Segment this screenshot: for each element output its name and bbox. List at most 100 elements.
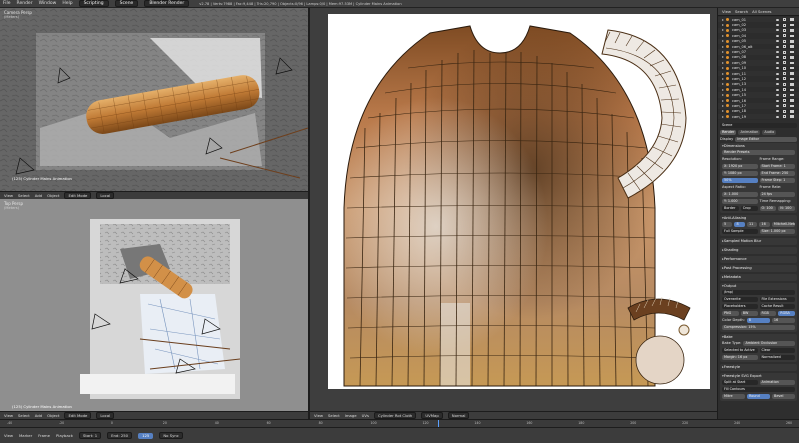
camera-render-icon[interactable] [790, 23, 794, 27]
bake-type-select[interactable]: Ambient Occlusion [743, 340, 795, 346]
expand-triangle-icon[interactable] [722, 18, 724, 21]
tab-audio[interactable]: Audio [762, 129, 777, 135]
camera-render-icon[interactable] [790, 83, 794, 86]
timeline-ruler[interactable]: -40 -20 0 20 40 60 80 100 120 140 160 180 200 220 240 2… [0, 419, 799, 428]
res-x-field[interactable]: X: 1920 px [722, 163, 758, 169]
cursor-icon[interactable] [783, 45, 786, 49]
aspect-x-field[interactable]: X: 1.000 [722, 191, 758, 197]
expand-triangle-icon[interactable] [722, 67, 724, 70]
tab-render[interactable]: Render [720, 129, 737, 135]
aa-samples-11[interactable]: 11 [746, 221, 758, 227]
res-y-field[interactable]: Y: 1080 px [722, 170, 758, 176]
uv-menu-uvs[interactable]: UVs [362, 413, 369, 418]
cursor-icon[interactable] [783, 18, 786, 22]
expand-triangle-icon[interactable] [722, 94, 724, 97]
cam-menu-select[interactable]: Select [18, 193, 30, 198]
expand-triangle-icon[interactable] [722, 40, 724, 43]
camera-render-icon[interactable] [790, 66, 794, 70]
cursor-icon[interactable] [783, 34, 786, 38]
camera-render-icon[interactable] [790, 18, 794, 21]
menu-render[interactable]: Render [17, 1, 33, 6]
tab-animation[interactable]: Animation [738, 129, 761, 135]
top-mode-select[interactable]: Edit Mode [64, 412, 92, 419]
eye-icon[interactable] [776, 40, 779, 43]
shading-header[interactable]: Shading [722, 248, 795, 253]
format-select[interactable]: PNG [722, 310, 739, 316]
expand-triangle-icon[interactable] [722, 88, 724, 91]
cursor-icon[interactable] [783, 23, 786, 27]
border-checkbox[interactable]: Border [722, 205, 739, 211]
fps-select[interactable]: 24 fps [759, 191, 795, 197]
expand-triangle-icon[interactable] [722, 51, 724, 54]
cam-menu-add[interactable]: Add [35, 193, 42, 198]
eye-icon[interactable] [776, 61, 779, 64]
expand-triangle-icon[interactable] [722, 99, 724, 102]
expand-triangle-icon[interactable] [722, 72, 724, 75]
camera-render-icon[interactable] [790, 50, 794, 54]
timeline-menu-view[interactable]: View [4, 433, 13, 438]
cam-menu-view[interactable]: View [4, 193, 13, 198]
cursor-icon[interactable] [783, 55, 786, 59]
cursor-icon[interactable] [783, 39, 786, 43]
expand-triangle-icon[interactable] [722, 104, 724, 107]
animation-button[interactable]: Animation [759, 379, 795, 385]
uv-image-mode[interactable]: Normal [447, 412, 470, 419]
eye-icon[interactable] [776, 67, 779, 70]
uv-menu-image[interactable]: Image [345, 413, 357, 418]
cursor-icon[interactable] [783, 93, 786, 97]
cam-menu-object[interactable]: Object [47, 193, 59, 198]
post-processing-header[interactable]: Post Processing [722, 266, 795, 271]
cursor-icon[interactable] [783, 28, 786, 32]
cursor-icon[interactable] [783, 109, 786, 113]
cursor-icon[interactable] [783, 104, 786, 108]
top-menu-view[interactable]: View [4, 413, 13, 418]
clear-checkbox[interactable]: Clear [759, 347, 795, 353]
round-button[interactable]: Round [747, 393, 770, 399]
camera-render-icon[interactable] [790, 34, 794, 38]
expand-triangle-icon[interactable] [722, 115, 724, 118]
new-remap-field[interactable]: N: 100 [778, 205, 795, 211]
uv-menu-view[interactable]: View [314, 413, 323, 418]
depth-8-button[interactable]: 8 [746, 317, 770, 323]
outliner-filter-select[interactable]: All Scenes [752, 9, 771, 14]
selected-to-active-checkbox[interactable]: Selected to Active [722, 347, 758, 353]
file-extensions-checkbox[interactable]: File Extensions [759, 296, 795, 302]
timeline-current-frame-field[interactable]: 125 [138, 432, 154, 439]
eye-icon[interactable] [776, 51, 779, 54]
aa-samples-5[interactable]: 5 [722, 221, 733, 227]
render-engine-select[interactable]: Blender Render [144, 0, 190, 7]
camera-viewport[interactable]: Camera Persp (Meters) (125) Cylinder Mai… [0, 8, 308, 191]
end-frame-field[interactable]: End Frame: 250 [759, 170, 795, 176]
eye-icon[interactable] [776, 45, 779, 48]
top-menu-add[interactable]: Add [35, 413, 42, 418]
cursor-icon[interactable] [783, 77, 786, 81]
layout-select[interactable]: Scripting [78, 0, 109, 7]
old-remap-field[interactable]: O: 100 [759, 205, 777, 211]
cursor-icon[interactable] [783, 61, 786, 65]
render-presets-select[interactable]: Render Presets [722, 149, 795, 155]
expand-triangle-icon[interactable] [722, 24, 724, 27]
uv-menu-select[interactable]: Select [328, 413, 340, 418]
full-sample-checkbox[interactable]: Full Sample [722, 228, 758, 234]
timeline-menu-marker[interactable]: Marker [19, 433, 32, 438]
timeline-menu-playback[interactable]: Playback [56, 433, 73, 438]
placeholders-checkbox[interactable]: Placeholders [722, 303, 758, 309]
freestyle-header[interactable]: Freestyle [722, 365, 795, 370]
eye-icon[interactable] [776, 56, 779, 59]
camera-render-icon[interactable] [790, 40, 794, 43]
eye-icon[interactable] [776, 99, 779, 102]
eye-icon[interactable] [776, 77, 779, 80]
rgba-button[interactable]: RGBA [778, 310, 795, 316]
overwrite-checkbox[interactable]: Overwrite [722, 296, 758, 302]
expand-triangle-icon[interactable] [722, 34, 724, 37]
menu-window[interactable]: Window [39, 1, 57, 6]
outliner-menu-search[interactable]: Search [735, 9, 748, 14]
camera-render-icon[interactable] [790, 99, 794, 102]
bevel-button[interactable]: Bevel [772, 393, 795, 399]
fill-contours-checkbox[interactable]: Fill Contours [722, 386, 795, 392]
metadata-header[interactable]: Metadata [722, 275, 795, 280]
camera-render-icon[interactable] [790, 93, 794, 97]
eye-icon[interactable] [776, 110, 779, 113]
timeline-menu-frame[interactable]: Frame [38, 433, 50, 438]
top-pivot-select[interactable]: Local [96, 412, 115, 419]
